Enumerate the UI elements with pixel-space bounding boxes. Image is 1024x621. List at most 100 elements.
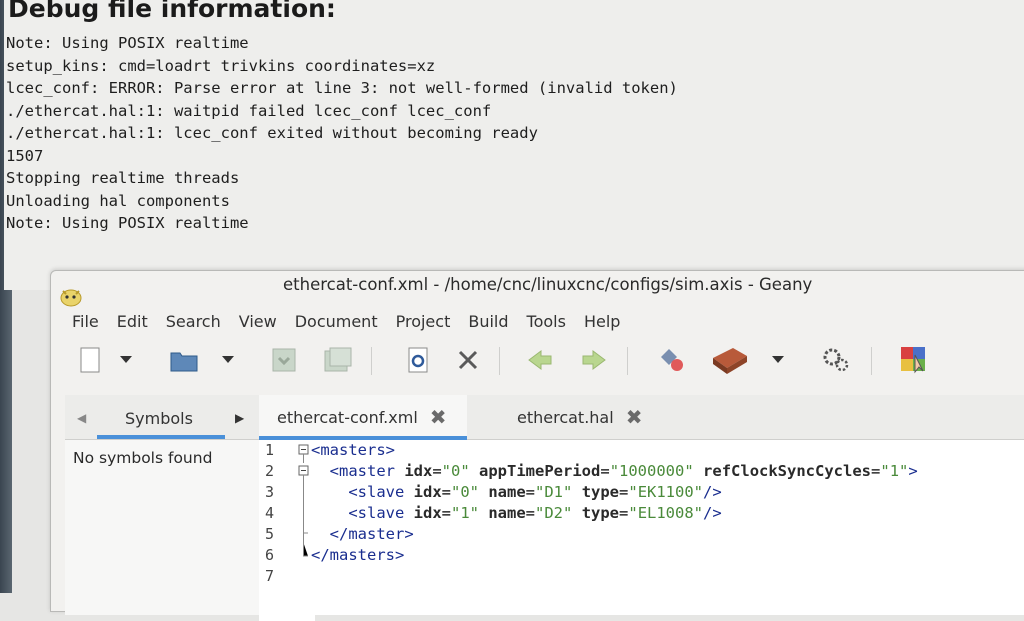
line-number: 7 xyxy=(265,567,275,585)
tab-ethercat-hal[interactable]: ethercat.hal ✖ xyxy=(517,395,642,439)
log-line: lcec_conf: ERROR: Parse error at line 3:… xyxy=(6,79,678,97)
line-number: 4 xyxy=(265,504,275,522)
log-line: ./ethercat.hal:1: lcec_conf exited witho… xyxy=(6,124,538,142)
save-icon[interactable] xyxy=(267,343,301,377)
tab-label: ethercat-conf.xml xyxy=(277,407,418,427)
code-token: = xyxy=(619,483,629,501)
save-all-icon[interactable] xyxy=(321,343,355,377)
log-line: 1507 xyxy=(6,146,44,165)
code-line[interactable]: </master> xyxy=(311,525,414,543)
code-token: <master xyxy=(311,462,405,480)
forward-icon[interactable] xyxy=(577,343,611,377)
code-line[interactable]: <slave idx="1" name="D2" type="EL1008"/> xyxy=(311,504,721,522)
menu-help[interactable]: Help xyxy=(575,309,629,335)
log-line: ./ethercat.hal:1: waitpid failed lcec_co… xyxy=(6,101,492,120)
code-token: = xyxy=(525,504,536,522)
tab-symbols[interactable]: Symbols xyxy=(125,409,193,428)
menu-search[interactable]: Search xyxy=(157,309,230,335)
code-token: "EL1008" xyxy=(628,504,704,522)
tab-ethercat-conf[interactable]: ethercat-conf.xml ✖ xyxy=(259,395,467,440)
menu-bar: File Edit Search View Document Project B… xyxy=(63,309,629,335)
code-token: idx xyxy=(413,483,442,501)
code-token: = xyxy=(432,462,442,480)
toolbar xyxy=(71,343,1024,383)
code-token: </masters> xyxy=(311,546,405,564)
code-token: = xyxy=(619,504,629,522)
fold-markers[interactable] xyxy=(297,443,311,583)
menu-tools[interactable]: Tools xyxy=(518,309,575,335)
code-line[interactable]: <masters> xyxy=(311,441,395,459)
debug-title: Debug file information: xyxy=(8,0,336,23)
build-dropdown-icon[interactable] xyxy=(767,343,789,377)
document-tabs: ethercat-conf.xml ✖ ethercat.hal ✖ xyxy=(259,395,1024,440)
line-number-gutter: 1 2 3 4 5 6 7 xyxy=(259,441,315,621)
code-token: > xyxy=(908,462,918,480)
menu-build[interactable]: Build xyxy=(459,309,517,335)
toolbar-separator xyxy=(871,347,872,375)
open-file-icon[interactable] xyxy=(167,343,201,377)
title-bar[interactable]: ethercat-conf.xml - /home/cnc/linuxcnc/c… xyxy=(51,271,1024,307)
new-dropdown-icon[interactable] xyxy=(115,343,137,377)
close-file-icon[interactable] xyxy=(451,343,485,377)
build-icon[interactable] xyxy=(707,343,751,377)
code-token: "EK1100" xyxy=(628,483,704,501)
line-number: 1 xyxy=(265,441,275,459)
compile-icon[interactable] xyxy=(655,343,689,377)
sidebar-scroll-left-icon[interactable]: ◀ xyxy=(77,411,86,425)
code-line[interactable]: <master idx="0" appTimePeriod="1000000" … xyxy=(311,462,918,480)
code-token: name xyxy=(488,483,526,501)
debug-log: Note: Using POSIX realtime setup_kins: c… xyxy=(6,32,678,235)
code-token: /> xyxy=(703,483,722,501)
code-token: "D2" xyxy=(535,504,573,522)
menu-document[interactable]: Document xyxy=(286,309,387,335)
menu-edit[interactable]: Edit xyxy=(108,309,157,335)
toolbar-separator xyxy=(371,347,372,375)
log-line: Unloading hal components xyxy=(6,191,230,210)
toolbar-separator xyxy=(627,347,628,375)
log-line: setup_kins: cmd=loadrt trivkins coordina… xyxy=(6,56,436,75)
code-token: "D1" xyxy=(535,483,573,501)
line-number: 5 xyxy=(265,525,275,543)
code-token: <masters> xyxy=(311,441,395,459)
back-icon[interactable] xyxy=(523,343,557,377)
line-number: 6 xyxy=(265,546,275,564)
code-line[interactable]: </masters> xyxy=(311,546,404,564)
sidebar: ◀ Symbols ▶ No symbols found xyxy=(65,395,260,615)
tab-label: ethercat.hal xyxy=(517,407,614,427)
geany-app-icon xyxy=(60,289,82,307)
color-chooser-icon[interactable] xyxy=(897,343,931,377)
close-tab-icon[interactable]: ✖ xyxy=(430,405,447,429)
code-token: = xyxy=(871,462,881,480)
code-token: "0" xyxy=(441,462,470,480)
execute-icon[interactable] xyxy=(819,343,853,377)
code-token: idx xyxy=(404,462,433,480)
sidebar-scroll-right-icon[interactable]: ▶ xyxy=(235,411,244,425)
code-token: "1" xyxy=(880,462,909,480)
reload-icon[interactable] xyxy=(401,343,435,377)
code-line[interactable]: <slave idx="0" name="D1" type="EK1100"/> xyxy=(311,483,722,501)
code-token: "1000000" xyxy=(609,462,694,480)
symbols-empty-message: No symbols found xyxy=(73,449,213,467)
close-tab-icon[interactable]: ✖ xyxy=(626,405,643,429)
menu-view[interactable]: View xyxy=(230,309,286,335)
new-file-icon[interactable] xyxy=(73,343,107,377)
code-token: </master> xyxy=(311,525,414,543)
code-token: type xyxy=(581,504,620,522)
code-token: appTimePeriod xyxy=(479,462,601,480)
code-token: = xyxy=(441,483,451,501)
line-number: 2 xyxy=(265,462,275,480)
code-token: type xyxy=(581,483,620,501)
code-token: "1" xyxy=(451,504,479,522)
code-token: refClockSyncCycles xyxy=(703,462,872,480)
open-dropdown-icon[interactable] xyxy=(217,343,239,377)
code-token: name xyxy=(488,504,526,522)
debug-panel: Debug file information: Note: Using POSI… xyxy=(4,0,1024,290)
menu-file[interactable]: File xyxy=(63,309,108,335)
code-token: = xyxy=(441,504,451,522)
menu-project[interactable]: Project xyxy=(387,309,460,335)
code-token: idx xyxy=(413,504,442,522)
